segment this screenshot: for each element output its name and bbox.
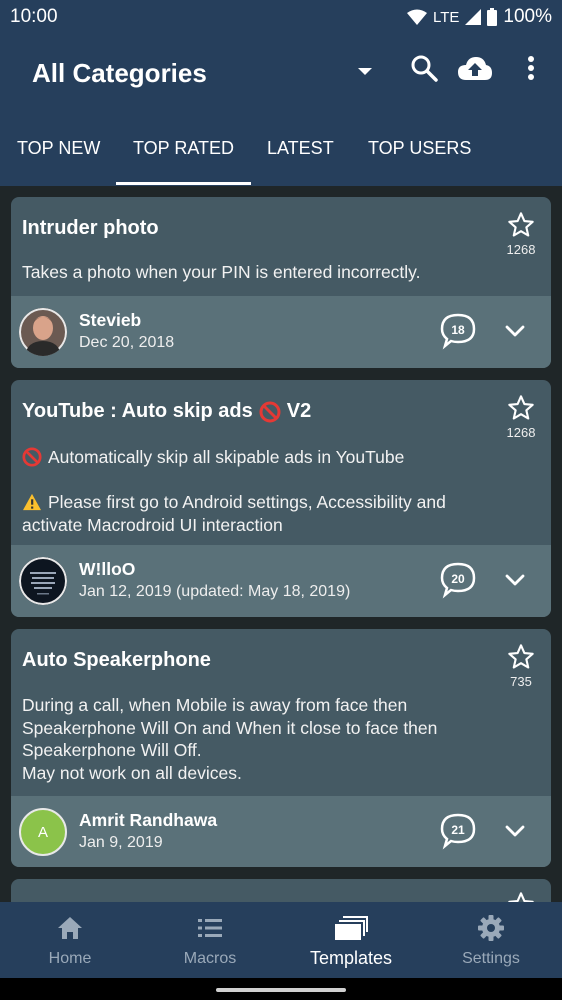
tab-latest[interactable]: LATEST bbox=[267, 138, 334, 159]
description-line: May not work on all devices. bbox=[22, 762, 242, 783]
description-line-row: Automatically skip all skipable ads in Y… bbox=[22, 446, 522, 469]
rating-count: 735 bbox=[510, 674, 532, 689]
comment-count: 21 bbox=[451, 823, 465, 837]
user-photo bbox=[19, 557, 67, 605]
avatar[interactable]: A bbox=[19, 808, 67, 856]
description-line: Please first go to Android settings, Acc… bbox=[48, 492, 446, 512]
comment-icon[interactable]: 20 bbox=[439, 561, 477, 599]
chevron-down-icon[interactable] bbox=[505, 824, 525, 838]
search-icon[interactable] bbox=[410, 54, 438, 82]
nav-home[interactable]: Home bbox=[0, 902, 140, 978]
template-card[interactable]: Auto Speakerphone 735 During a call, whe… bbox=[11, 629, 551, 867]
post-date: Jan 12, 2019 (updated: May 18, 2019) bbox=[79, 583, 351, 600]
nav-label: Templates bbox=[309, 948, 393, 968]
status-icons: LTE 100% bbox=[406, 4, 552, 30]
chevron-down-icon[interactable] bbox=[505, 573, 525, 587]
card-description: Automatically skip all skipable ads in Y… bbox=[22, 446, 522, 536]
rating-count: 1268 bbox=[506, 242, 536, 257]
description-line-row: Please first go to Android settings, Acc… bbox=[22, 491, 522, 514]
nav-macros[interactable]: Macros bbox=[140, 902, 280, 978]
comment-count: 18 bbox=[451, 323, 465, 337]
more-vert-icon[interactable] bbox=[526, 54, 536, 82]
battery-percent: 100% bbox=[503, 6, 552, 27]
comment-icon[interactable]: 21 bbox=[439, 812, 477, 850]
card-title: Intruder photo bbox=[22, 217, 159, 239]
home-icon bbox=[58, 917, 82, 939]
category-title[interactable]: All Categories bbox=[32, 58, 207, 89]
description-line: Speakerphone Will Off. bbox=[22, 740, 202, 760]
rating[interactable]: 735 bbox=[501, 643, 541, 689]
description-line: Speakerphone Will On and When it close t… bbox=[22, 717, 438, 738]
signal-icon bbox=[465, 9, 482, 25]
rating[interactable]: 1268 bbox=[501, 394, 541, 440]
card-title: YouTube : Auto skip ads bbox=[22, 400, 253, 422]
nav-templates[interactable]: Templates bbox=[281, 902, 421, 978]
gear-icon bbox=[478, 915, 504, 941]
chevron-down-icon[interactable] bbox=[505, 324, 525, 338]
prohibited-icon bbox=[259, 401, 281, 422]
nav-label: Home bbox=[48, 950, 92, 967]
star-icon[interactable] bbox=[507, 211, 535, 239]
gesture-bar bbox=[0, 978, 562, 1000]
star-icon[interactable] bbox=[507, 643, 535, 671]
home-gesture-handle[interactable] bbox=[216, 988, 346, 992]
comment-icon[interactable]: 18 bbox=[439, 312, 477, 350]
author-name[interactable]: Amrit Randhawa bbox=[79, 810, 217, 831]
tab-top-new[interactable]: TOP NEW bbox=[17, 138, 100, 159]
user-photo bbox=[19, 308, 67, 356]
card-footer: A Amrit Randhawa Jan 9, 2019 21 bbox=[11, 796, 551, 867]
card-title: Auto Speakerphone bbox=[22, 649, 211, 671]
card-description: During a call, when Mobile is away from … bbox=[22, 694, 522, 784]
avatar[interactable] bbox=[19, 308, 67, 356]
wifi-icon bbox=[406, 9, 427, 25]
star-icon[interactable] bbox=[507, 394, 535, 422]
description-line: Takes a photo when your PIN is entered i… bbox=[22, 262, 421, 282]
post-date: Jan 9, 2019 bbox=[79, 834, 163, 851]
avatar[interactable] bbox=[19, 557, 67, 605]
card-footer: W!lloO Jan 12, 2019 (updated: May 18, 20… bbox=[11, 545, 551, 617]
nav-settings[interactable]: Settings bbox=[421, 902, 561, 978]
list-icon bbox=[198, 919, 222, 937]
description-line: Automatically skip all skipable ads in Y… bbox=[48, 447, 405, 467]
dropdown-arrow-icon[interactable] bbox=[356, 64, 374, 78]
tab-bar: TOP NEW TOP RATED LATEST TOP USERS bbox=[0, 120, 562, 186]
bottom-navigation: Home Macros Templates Settings bbox=[0, 902, 562, 978]
rating-count: 1268 bbox=[506, 425, 536, 440]
status-time: 10:00 bbox=[10, 6, 58, 27]
author-name[interactable]: Stevieb bbox=[79, 310, 141, 331]
templates-icon bbox=[335, 916, 368, 940]
cloud-upload-icon[interactable] bbox=[457, 54, 493, 82]
tab-top-rated[interactable]: TOP RATED bbox=[133, 138, 234, 159]
description-line: During a call, when Mobile is away from … bbox=[22, 695, 408, 715]
card-title-row: YouTube : Auto skip ads V2 bbox=[22, 400, 311, 423]
battery-icon bbox=[487, 8, 498, 26]
card-title-suffix: V2 bbox=[286, 400, 312, 422]
app-bar: All Categories TOP NEW TOP RATED LATEST … bbox=[0, 34, 562, 186]
author-name[interactable]: W!lloO bbox=[79, 559, 135, 580]
description-line: activate Macrodroid UI interaction bbox=[22, 514, 283, 535]
network-type: LTE bbox=[432, 8, 460, 26]
nav-label: Settings bbox=[462, 950, 520, 967]
selected-tab-indicator bbox=[116, 182, 251, 185]
card-description: Takes a photo when your PIN is entered i… bbox=[22, 261, 522, 284]
status-bar: 10:00 LTE 100% bbox=[0, 0, 562, 34]
comment-count: 20 bbox=[451, 572, 465, 586]
avatar-initial: A bbox=[37, 823, 48, 841]
prohibited-icon bbox=[22, 447, 42, 467]
warning-icon bbox=[23, 494, 41, 511]
template-card[interactable]: YouTube : Auto skip ads V2 1268 Automati… bbox=[11, 380, 551, 617]
tab-top-users[interactable]: TOP USERS bbox=[368, 138, 471, 159]
nav-label: Macros bbox=[183, 950, 237, 967]
rating[interactable]: 1268 bbox=[501, 211, 541, 257]
post-date: Dec 20, 2018 bbox=[79, 334, 175, 351]
template-card[interactable]: Intruder photo 1268 Takes a photo when y… bbox=[11, 197, 551, 368]
card-footer: Stevieb Dec 20, 2018 18 bbox=[11, 296, 551, 368]
